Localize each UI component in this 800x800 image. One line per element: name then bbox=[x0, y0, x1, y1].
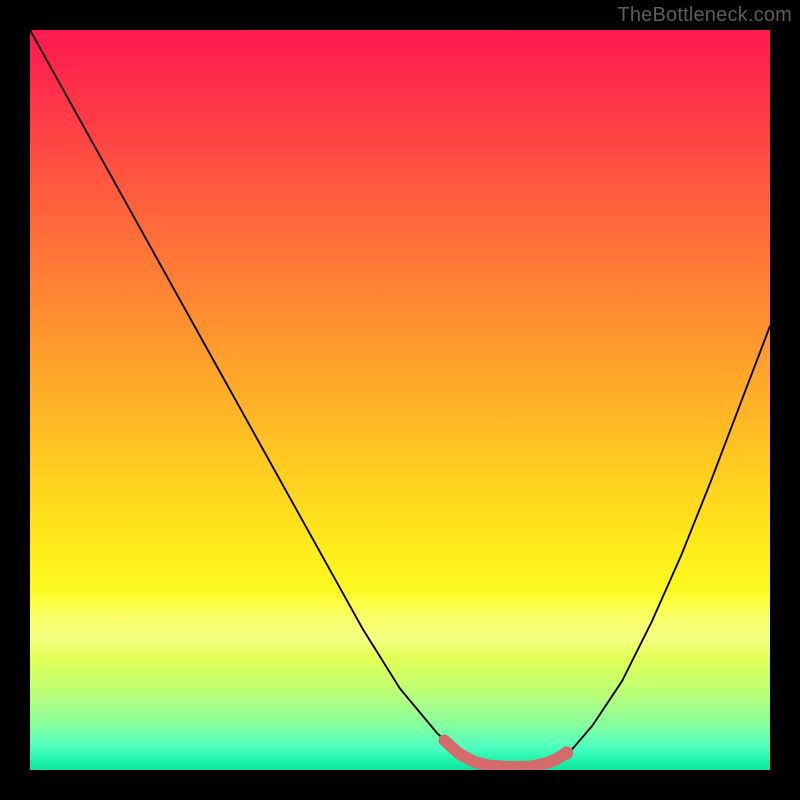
sweet-spot-marker bbox=[444, 740, 566, 767]
sweet-spot-end-dot bbox=[560, 746, 573, 759]
bottleneck-curve bbox=[30, 30, 770, 767]
chart-stage: TheBottleneck.com bbox=[0, 0, 800, 800]
curve-layer bbox=[30, 30, 770, 770]
plot-area bbox=[30, 30, 770, 770]
watermark-text: TheBottleneck.com bbox=[617, 4, 792, 27]
